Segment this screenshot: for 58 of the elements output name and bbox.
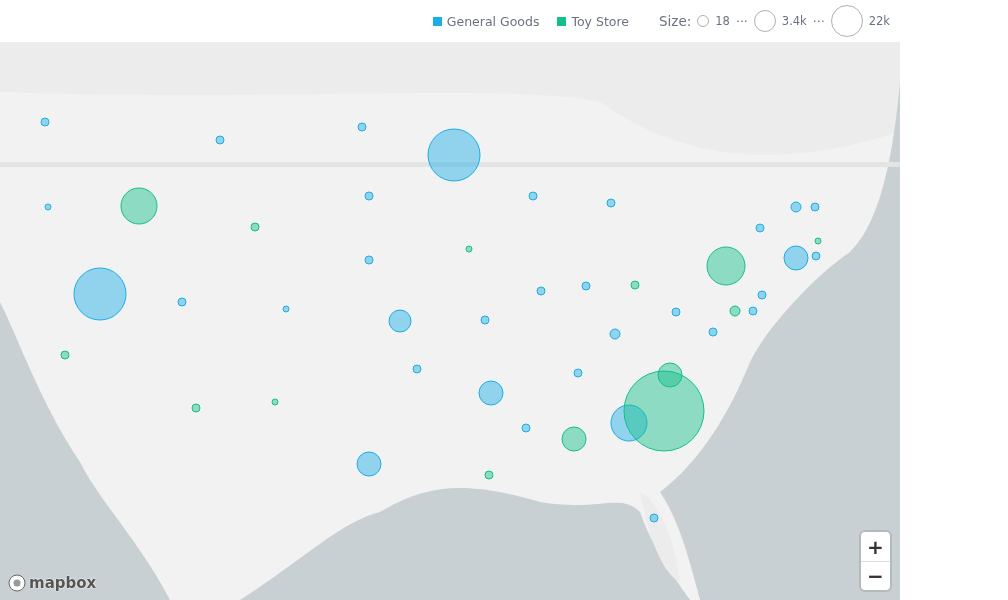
bubble-marker[interactable] [282,305,290,313]
bubble-marker[interactable] [757,290,767,300]
zoom-in-button[interactable]: + [861,532,890,561]
bubble-marker[interactable] [465,245,473,253]
bubble-marker[interactable] [44,203,52,211]
bubble-marker[interactable] [536,286,546,296]
bubble-marker[interactable] [783,245,809,271]
bubble-marker[interactable] [623,370,705,452]
bubble-marker[interactable] [657,362,683,388]
bubble-marker[interactable] [427,128,481,182]
bubble-marker[interactable] [364,191,374,201]
bubble-marker[interactable] [581,281,591,291]
bubble-marker[interactable] [671,307,681,317]
bubble-marker[interactable] [811,251,821,261]
bubble-marker[interactable] [609,328,621,340]
bubble-marker[interactable] [561,426,587,452]
bubble-marker[interactable] [755,223,765,233]
legend-label: Toy Store [571,13,629,29]
bubble-marker[interactable] [60,350,70,360]
bubble-marker[interactable] [630,280,640,290]
ellipsis: ··· [812,13,825,29]
bubble-marker[interactable] [706,246,746,286]
bubble-marker[interactable] [177,297,187,307]
legend-label: General Goods [446,13,540,29]
bubble-marker[interactable] [573,368,583,378]
size-label: Size: [659,13,692,29]
bubble-marker[interactable] [364,255,374,265]
bubble-marker[interactable] [191,403,201,413]
bubble-marker[interactable] [40,117,50,127]
bubble-marker[interactable] [521,423,531,433]
bubble-marker[interactable] [528,191,538,201]
bubble-marker[interactable] [271,398,279,406]
bubble-marker[interactable] [356,451,382,477]
bubble-marker[interactable] [606,198,616,208]
bubble-marker[interactable] [480,315,490,325]
bubble-marker[interactable] [810,202,820,212]
size-value: 22k [868,14,890,28]
size-value: 18 [715,14,730,28]
bubble-marker[interactable] [478,380,504,406]
bubble-marker[interactable] [729,305,741,317]
bubble-marker[interactable] [120,187,158,225]
bubble-marker[interactable] [388,309,412,333]
bubble-marker[interactable] [215,135,225,145]
bubble-marker[interactable] [790,201,802,213]
bubble-marker[interactable] [484,470,494,480]
zoom-out-button[interactable]: − [861,561,890,590]
bubble-marker[interactable] [649,513,659,523]
bubble-marker[interactable] [814,237,822,245]
ellipsis: ··· [735,13,748,29]
bubble-marker[interactable] [708,327,718,337]
attribution-logo[interactable]: mapbox [29,574,97,592]
bubble-marker[interactable] [73,267,127,321]
bubble-marker[interactable] [412,364,422,374]
bubble-marker[interactable] [250,222,260,232]
logo-icon [8,574,26,592]
bubble-marker[interactable] [748,306,758,316]
size-value: 3.4k [781,14,807,28]
bubble-marker[interactable] [357,122,367,132]
